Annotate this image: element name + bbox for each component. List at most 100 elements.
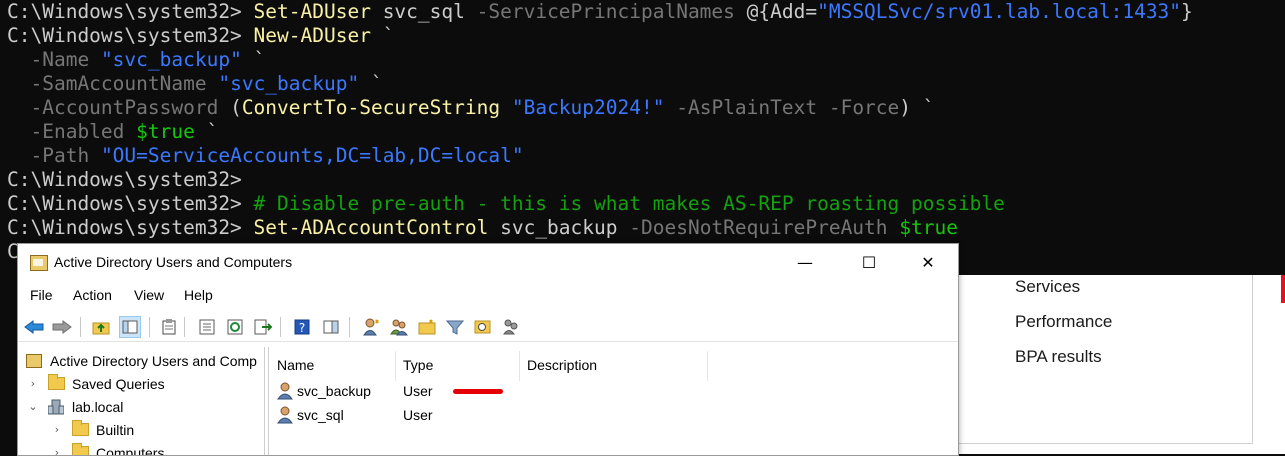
tree-item-label: Saved Queries	[72, 376, 165, 392]
column-header-type[interactable]: Type	[403, 354, 433, 376]
powershell-terminal[interactable]: C:\Windows\system32> Set-ADUser svc_sql …	[0, 0, 1285, 275]
new-group-icon[interactable]	[388, 316, 410, 338]
terminal-token: ) `	[899, 96, 935, 119]
forward-arrow-icon[interactable]	[51, 316, 73, 338]
show-console-tree-icon[interactable]	[119, 316, 141, 338]
menu-view[interactable]: View	[134, 287, 164, 303]
terminal-token: Set-ADAccountControl	[253, 216, 489, 239]
terminal-token: -DoesNotRequirePreAuth	[629, 216, 888, 239]
menu-help[interactable]: Help	[184, 287, 213, 303]
properties-icon[interactable]	[196, 316, 218, 338]
aduc-window: Active Directory Users and Computers — ☐…	[17, 243, 959, 456]
terminal-token: C:\Windows\system32>	[7, 192, 254, 215]
terminal-line: -Name "svc_backup" `	[7, 48, 265, 72]
find-icon[interactable]	[472, 316, 494, 338]
terminal-line: -Enabled $true `	[7, 120, 218, 144]
sm-item-bpa-results[interactable]: BPA results	[1015, 347, 1102, 367]
list-item-svc-backup[interactable]: svc_backup User	[277, 380, 577, 402]
new-ou-icon[interactable]	[416, 316, 438, 338]
column-divider[interactable]	[519, 351, 520, 381]
title-bar[interactable]: Active Directory Users and Computers — ☐…	[18, 244, 958, 282]
terminal-line: -SamAccountName "svc_backup" `	[7, 72, 382, 96]
row-type: User	[403, 407, 433, 423]
add-to-group-icon[interactable]	[500, 316, 522, 338]
terminal-token: -AsPlainText -Force	[676, 96, 900, 119]
sm-item-performance[interactable]: Performance	[1015, 312, 1112, 332]
chevron-right-icon[interactable]: ›	[52, 419, 62, 441]
column-header-description[interactable]: Description	[527, 354, 597, 376]
terminal-line: C:\Windows\system32> Set-ADUser svc_sql …	[7, 0, 1193, 24]
terminal-token: @{Add=	[734, 0, 818, 23]
new-user-icon[interactable]	[360, 316, 382, 338]
console-tree: Active Directory Users and Comp › Saved …	[18, 347, 265, 455]
svg-text:?: ?	[299, 321, 305, 335]
terminal-token: -ServicePrincipalNames	[476, 0, 735, 23]
folder-icon	[48, 374, 65, 390]
terminal-line: -Path "OU=ServiceAccounts,DC=lab,DC=loca…	[7, 144, 524, 168]
menu-action[interactable]: Action	[73, 287, 112, 303]
export-list-icon[interactable]	[252, 316, 274, 338]
help-icon[interactable]: ?	[291, 316, 313, 338]
back-arrow-icon[interactable]	[23, 316, 45, 338]
terminal-token: -Name	[30, 48, 90, 71]
toolbar-separator	[349, 317, 350, 337]
toolbar-separator	[280, 317, 281, 337]
menu-file[interactable]: File	[30, 287, 53, 303]
column-divider[interactable]	[395, 351, 396, 381]
toolbar-separator	[184, 317, 185, 337]
refresh-icon[interactable]	[224, 316, 246, 338]
results-pane: Name Type Description svc_backup User sv…	[268, 347, 958, 455]
clipboard-icon[interactable]	[158, 316, 180, 338]
row-name: svc_sql	[297, 407, 344, 423]
column-divider[interactable]	[707, 351, 708, 381]
terminal-token: C:\Windows\system32>	[7, 168, 242, 191]
sm-item-services[interactable]: Services	[1015, 277, 1080, 297]
terminal-token: C:\Windows\system32>	[7, 216, 254, 239]
terminal-token: svc_backup	[488, 216, 630, 239]
chevron-down-icon[interactable]: ⌄	[28, 396, 38, 418]
terminal-token: C:\Windows\system32>	[7, 0, 254, 23]
row-name: svc_backup	[297, 383, 371, 399]
terminal-token: -SamAccountName	[30, 72, 207, 95]
maximize-button[interactable]: ☐	[846, 244, 892, 282]
terminal-line: C:\Windows\system32> # Disable pre-auth …	[7, 192, 1005, 216]
aduc-root-icon	[26, 354, 42, 368]
minimize-button[interactable]: —	[782, 244, 828, 282]
up-folder-icon[interactable]	[90, 316, 112, 338]
domain-icon	[48, 399, 64, 415]
aduc-app-icon	[30, 255, 48, 271]
terminal-line: C:\Windows\system32>	[7, 168, 242, 192]
terminal-token: ConvertTo-SecureString	[241, 96, 501, 119]
terminal-token: -Path	[30, 144, 90, 167]
chevron-right-icon[interactable]: ›	[28, 373, 38, 395]
terminal-token: $true	[899, 216, 958, 239]
close-button[interactable]: ✕	[905, 244, 951, 282]
tree-item-label: Active Directory Users and Comp	[50, 353, 257, 369]
column-header-name[interactable]: Name	[277, 354, 314, 376]
terminal-token: "svc_backup"	[218, 72, 360, 95]
user-icon	[277, 406, 293, 424]
filter-icon[interactable]	[444, 316, 466, 338]
terminal-token: }	[1181, 0, 1193, 23]
terminal-token: -AccountPassword	[30, 96, 219, 119]
terminal-token: "OU=ServiceAccounts,DC=lab,DC=local"	[100, 144, 524, 167]
terminal-token: `	[194, 120, 219, 143]
terminal-token: New-ADUser	[253, 24, 371, 47]
row-type: User	[403, 383, 433, 399]
terminal-line: -AccountPassword (ConvertTo-SecureString…	[7, 96, 935, 120]
terminal-token: $true	[136, 120, 195, 143]
terminal-token: # Disable pre-auth - this is what makes …	[253, 192, 1005, 215]
action-pane-icon[interactable]	[320, 316, 342, 338]
list-item-svc-sql[interactable]: svc_sql User	[277, 404, 577, 426]
